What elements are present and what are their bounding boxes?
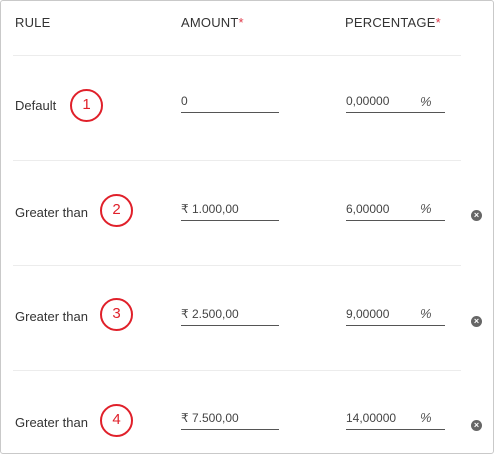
amount-column-header: AMOUNT* (181, 15, 244, 30)
remove-circle-icon[interactable]: × (471, 420, 482, 431)
table-header: RULE AMOUNT* PERCENTAGE* (1, 1, 493, 55)
step-badge: 2 (100, 194, 133, 227)
rule-label: Default (15, 98, 57, 113)
remove-circle-icon[interactable]: × (471, 316, 482, 327)
amount-input[interactable]: 0 (181, 89, 279, 113)
remove-circle-icon[interactable]: × (471, 210, 482, 221)
step-badge: 3 (100, 298, 133, 331)
rule-label: Greater than (15, 309, 88, 324)
amount-input[interactable]: ₹ 2.500,00 (181, 302, 279, 326)
amount-input[interactable]: ₹ 1.000,00 (181, 197, 279, 221)
percent-symbol: % (420, 410, 432, 425)
percentage-column-header: PERCENTAGE* (345, 15, 441, 30)
tiered-rules-table: RULE AMOUNT* PERCENTAGE* Default 1 0 0,0… (0, 0, 494, 454)
step-badge: 1 (70, 89, 103, 122)
percent-symbol: % (420, 306, 432, 321)
rule-row-greater-than: Greater than 2 ₹ 1.000,00 6,00000 % × (1, 160, 493, 266)
rule-row-default: Default 1 0 0,00000 % (1, 55, 493, 161)
rule-label: Greater than (15, 415, 88, 430)
required-asterisk: * (435, 15, 441, 30)
rule-column-header: RULE (15, 15, 51, 30)
step-badge: 4 (100, 404, 133, 437)
percent-symbol: % (420, 94, 432, 109)
rule-row-greater-than: Greater than 4 ₹ 7.500,00 14,00000 % × (1, 370, 493, 476)
rule-label: Greater than (15, 205, 88, 220)
amount-input[interactable]: ₹ 7.500,00 (181, 406, 279, 430)
percent-symbol: % (420, 201, 432, 216)
required-asterisk: * (238, 15, 244, 30)
rule-row-greater-than: Greater than 3 ₹ 2.500,00 9,00000 % × (1, 265, 493, 371)
